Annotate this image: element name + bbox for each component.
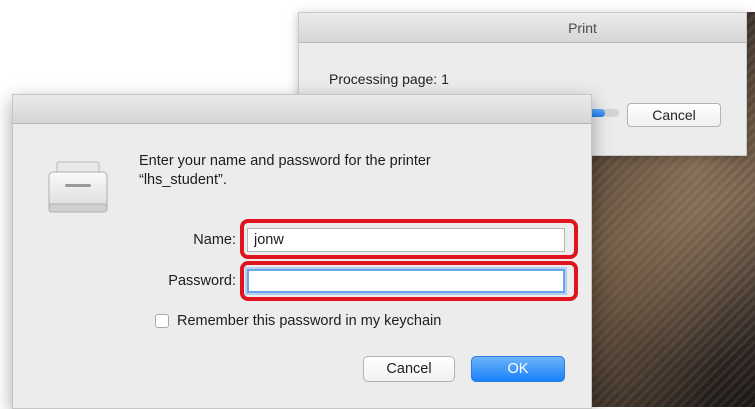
name-label: Name:	[193, 232, 236, 248]
print-cancel-button[interactable]: Cancel	[627, 103, 721, 127]
print-window-title: Print	[568, 19, 597, 36]
ok-button[interactable]: OK	[471, 356, 565, 382]
remember-keychain-row[interactable]: Remember this password in my keychain	[155, 313, 441, 329]
password-label: Password:	[168, 273, 236, 289]
auth-cancel-button[interactable]: Cancel	[363, 356, 455, 382]
processing-status: Processing page: 1	[329, 71, 449, 87]
printer-icon	[48, 161, 108, 213]
auth-message: Enter your name and password for the pri…	[139, 152, 559, 190]
password-field[interactable]	[247, 269, 565, 293]
auth-dialog-titlebar[interactable]	[13, 95, 591, 124]
remember-keychain-checkbox[interactable]	[155, 314, 169, 328]
auth-message-line-1: Enter your name and password for the pri…	[139, 153, 431, 169]
remember-keychain-label[interactable]: Remember this password in my keychain	[177, 313, 441, 329]
auth-message-line-2: “lhs_student”.	[139, 172, 227, 188]
print-titlebar[interactable]: Print	[299, 13, 746, 43]
name-field[interactable]	[247, 228, 565, 252]
desktop-top-strip	[560, 0, 755, 12]
printer-auth-dialog: Enter your name and password for the pri…	[12, 94, 592, 409]
